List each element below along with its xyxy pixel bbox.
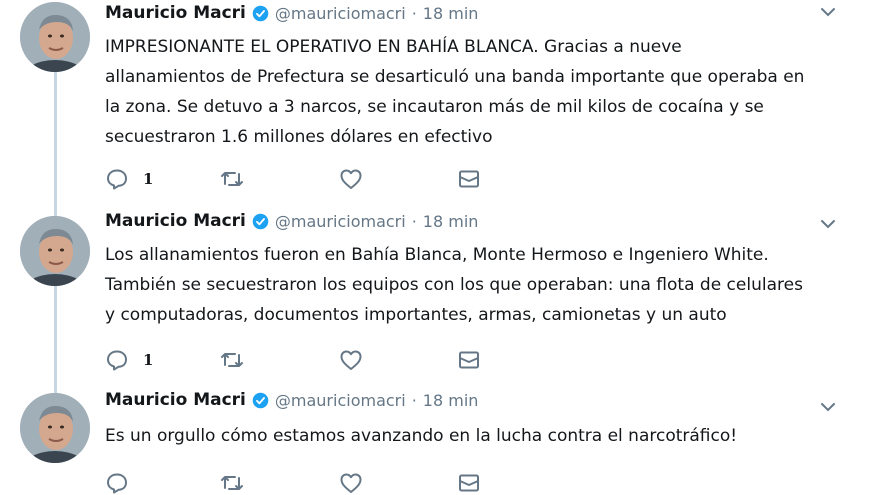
tweet-text: Los allanamientos fueron en Bahía Blanca… — [105, 240, 845, 330]
tweet-text-line: la zona. Se detuvo a 3 narcos, se incaut… — [105, 97, 764, 117]
retweet-button[interactable] — [220, 471, 244, 495]
dm-button[interactable] — [457, 471, 481, 495]
tweet-text-line: secuestraron 1.6 millones dólares en efe… — [105, 127, 493, 147]
reply-icon — [107, 169, 127, 190]
chevron-down-icon[interactable] — [818, 2, 838, 22]
retweet-icon — [221, 353, 243, 367]
verified-badge-icon — [252, 5, 269, 21]
retweet-icon — [221, 172, 243, 186]
author-handle[interactable]: @mauriciomacri — [275, 4, 406, 23]
reply-button[interactable]: 1 — [105, 348, 153, 372]
tweet-text-line: Los allanamientos fueron en Bahía Blanca… — [105, 245, 769, 265]
tweet-text-line: y computadoras, documentos importantes, … — [105, 305, 727, 325]
envelope-icon — [459, 351, 479, 369]
reply-count: 1 — [143, 170, 154, 188]
verified-badge-icon — [252, 392, 269, 408]
tweet-text: Es un orgullo cómo estamos avanzando en … — [105, 421, 845, 451]
separator: · — [411, 211, 417, 231]
avatar-photo — [20, 393, 90, 463]
heart-icon — [340, 473, 362, 493]
tweet-text-line: IMPRESIONANTE EL OPERATIVO EN BAHÍA BLAN… — [105, 37, 682, 57]
like-button[interactable] — [339, 348, 363, 372]
avatar[interactable] — [20, 393, 90, 463]
reply-icon — [107, 473, 127, 494]
reply-button[interactable]: 1 — [105, 167, 153, 191]
heart-icon — [340, 350, 362, 370]
dm-button[interactable] — [457, 167, 481, 191]
tweet-text-line: También se secuestraron los equipos con … — [105, 275, 803, 295]
timestamp[interactable]: 18 min — [423, 391, 479, 410]
envelope-icon — [459, 474, 479, 492]
tweet-text-line: Es un orgullo cómo estamos avanzando en … — [105, 426, 738, 446]
heart-icon — [340, 169, 362, 189]
separator: · — [411, 390, 417, 410]
author-name[interactable]: Mauricio Macri — [105, 390, 246, 410]
timestamp[interactable]: 18 min — [423, 212, 479, 231]
retweet-button[interactable] — [220, 348, 244, 372]
chevron-down-icon[interactable] — [818, 397, 838, 417]
avatar-photo — [20, 216, 90, 286]
thread-line — [54, 286, 57, 396]
verified-badge-icon — [252, 213, 269, 229]
envelope-icon — [459, 170, 479, 188]
reply-button[interactable] — [105, 471, 129, 495]
separator: · — [411, 3, 417, 23]
like-button[interactable] — [339, 167, 363, 191]
thread-line — [54, 72, 57, 216]
reply-count: 1 — [143, 351, 154, 369]
reply-icon — [107, 350, 127, 371]
author-handle[interactable]: @mauriciomacri — [275, 391, 406, 410]
timestamp[interactable]: 18 min — [423, 4, 479, 23]
like-button[interactable] — [339, 471, 363, 495]
retweet-icon — [221, 476, 243, 490]
avatar-photo — [20, 2, 90, 72]
author-name[interactable]: Mauricio Macri — [105, 3, 246, 23]
author-handle[interactable]: @mauriciomacri — [275, 212, 406, 231]
tweet-text-line: allanamientos de Prefectura se desarticu… — [105, 67, 805, 87]
tweet-text: IMPRESIONANTE EL OPERATIVO EN BAHÍA BLAN… — [105, 32, 845, 152]
dm-button[interactable] — [457, 348, 481, 372]
avatar[interactable] — [20, 216, 90, 286]
chevron-down-icon[interactable] — [818, 214, 838, 234]
avatar[interactable] — [20, 2, 90, 72]
author-name[interactable]: Mauricio Macri — [105, 211, 246, 231]
retweet-button[interactable] — [220, 167, 244, 191]
